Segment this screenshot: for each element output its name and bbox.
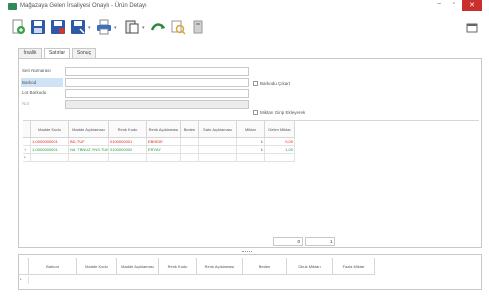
table-cell[interactable] [199, 138, 237, 146]
table-cell[interactable] [237, 154, 265, 162]
table-cell[interactable]: 1,00 [265, 146, 295, 154]
print-preview-icon[interactable] [124, 19, 140, 35]
app-icon [8, 3, 17, 10]
table-cell[interactable] [31, 154, 69, 162]
chevron-down-icon[interactable]: ▾ [142, 25, 145, 31]
table-cell[interactable] [181, 138, 199, 146]
table-cell[interactable] [109, 154, 147, 162]
column-header[interactable]: Okuk Miktarı [287, 258, 333, 275]
table-cell[interactable]: 1 [237, 146, 265, 154]
row-indicator-header [23, 121, 31, 138]
page-left-field[interactable]: 0 [273, 237, 303, 246]
lot-barcode-label: Lot Barkodu [22, 90, 47, 95]
refresh-icon[interactable] [150, 19, 166, 35]
read-items-grid: Barkod Madde Kodu Madde Açıklaması Renk … [18, 254, 482, 290]
maximize-button[interactable]: ▫ [447, 1, 461, 11]
tab-sonuc[interactable]: Sonuç [72, 48, 96, 58]
barcode-input[interactable] [65, 78, 249, 87]
barcode-output-checkbox[interactable] [253, 81, 258, 86]
barcode-label: Barkod [21, 78, 63, 87]
column-header[interactable]: Barkod [29, 258, 77, 275]
column-header[interactable]: Miktar [237, 121, 265, 138]
column-header[interactable]: Beden [243, 258, 287, 275]
column-header[interactable]: Gelen Miktar [265, 121, 295, 138]
table-cell[interactable] [199, 154, 237, 162]
serial-number-label: Seri Numarası [22, 68, 51, 73]
column-header[interactable]: Madde Açıklaması [117, 258, 159, 275]
toolbar: ▾ ▾ ▾ [0, 14, 489, 42]
column-header[interactable]: Renk Kodu [159, 258, 197, 275]
table-cell[interactable] [265, 154, 295, 162]
column-header[interactable]: Satır Açıklaması [199, 121, 237, 138]
new-row-marker: * [19, 276, 29, 284]
table-cell[interactable]: 1-0000000001 [31, 146, 69, 154]
table-cell[interactable]: 0,00 [265, 138, 295, 146]
close-button[interactable]: ✕ [462, 0, 482, 11]
tab-irsalik[interactable]: İrsalik [18, 48, 42, 58]
title-bar: Mağazaya Gelen İrsaliyesi Onaylı - Ürün … [0, 0, 489, 14]
save-close-icon[interactable] [50, 19, 66, 35]
new-row-marker: * [23, 154, 31, 162]
table-cell[interactable]: Nd. TBNUZ YNS.TUK [69, 146, 109, 154]
page-right-field[interactable]: 1 [305, 237, 335, 246]
table-cell[interactable] [181, 154, 199, 162]
window-title: Mağazaya Gelen İrsaliyesi Onaylı - Ürün … [20, 3, 147, 9]
window-icon[interactable] [466, 22, 478, 34]
column-header[interactable]: Madde Açıklaması [69, 121, 109, 138]
column-header[interactable]: Madde Kodu [77, 258, 117, 275]
table-cell[interactable] [181, 146, 199, 154]
table-cell[interactable] [199, 146, 237, 154]
print-icon[interactable] [96, 19, 112, 35]
table-cell[interactable]: BD-TUF [69, 138, 109, 146]
column-header[interactable]: Renk Açıklaması [147, 121, 181, 138]
column-header[interactable]: Beden [181, 121, 199, 138]
table-cell[interactable]: 1 [237, 138, 265, 146]
barcode-output-label: Barkodu Çıkart [260, 81, 291, 86]
row-indicator-header [19, 258, 29, 275]
lot-barcode-input[interactable] [65, 89, 249, 98]
save-icon[interactable] [30, 19, 46, 35]
table-cell[interactable]: 1-0000000001 [31, 138, 69, 146]
column-header[interactable]: Madde Kodu [31, 121, 69, 138]
lines-panel: Seri Numarası Barkod Barkodu Çıkart Lot … [18, 58, 482, 248]
save-as-icon[interactable] [70, 19, 86, 35]
table-cell[interactable] [147, 154, 181, 162]
splitter-handle[interactable] [242, 251, 252, 253]
amount-add-checkbox[interactable] [253, 110, 258, 115]
table-cell[interactable] [69, 154, 109, 162]
row-marker: + [23, 146, 31, 154]
amount-add-label: Miktarı Girip Ekleyerek [260, 110, 306, 115]
column-header[interactable]: Renk Açıklaması [197, 258, 243, 275]
note-input[interactable] [65, 100, 249, 109]
table-cell[interactable]: ERYAY [147, 146, 181, 154]
search-icon[interactable] [170, 19, 186, 35]
column-header[interactable]: Fazla Miktar [333, 258, 375, 275]
table-cell[interactable]: 0100000001 [109, 138, 147, 146]
column-header[interactable]: Renk Kodu [109, 121, 147, 138]
lines-grid: Madde Kodu Madde Açıklaması Renk Kodu Re… [23, 120, 479, 162]
table-cell[interactable]: 0100000002 [109, 146, 147, 154]
minimize-button[interactable]: − [432, 1, 446, 11]
note-label: Not [22, 101, 30, 106]
chevron-down-icon[interactable]: ▾ [114, 25, 117, 31]
serial-number-input[interactable] [65, 67, 249, 76]
table-cell[interactable]: EBHİDE [147, 138, 181, 146]
new-document-icon[interactable] [10, 19, 26, 35]
chevron-down-icon[interactable]: ▾ [88, 25, 91, 31]
row-marker [23, 138, 31, 146]
export-icon[interactable] [190, 19, 206, 35]
